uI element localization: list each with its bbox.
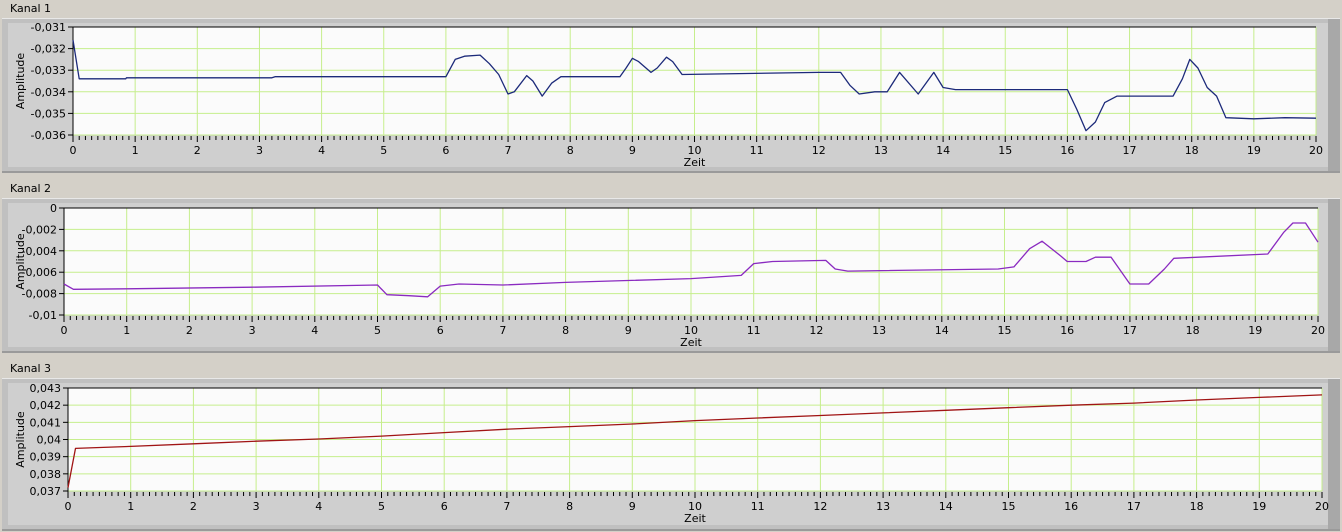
y-tick-label: -0,035 <box>31 107 66 120</box>
x-tick-label: 14 <box>936 144 950 157</box>
x-tick-label: 20 <box>1309 144 1323 157</box>
x-tick-label: 12 <box>812 144 826 157</box>
x-tick-label: 19 <box>1247 144 1261 157</box>
y-tick-label: 0,042 <box>30 399 62 412</box>
x-tick-label: 18 <box>1186 324 1200 337</box>
x-tick-label: 20 <box>1311 324 1325 337</box>
x-tick-label: 19 <box>1252 500 1266 513</box>
x-tick-label: 13 <box>876 500 890 513</box>
x-tick-label: 7 <box>505 144 512 157</box>
y-tick-label: 0,041 <box>30 416 62 429</box>
x-tick-label: 4 <box>311 324 318 337</box>
x-tick-label: 6 <box>442 144 449 157</box>
x-tick-label: 1 <box>132 144 139 157</box>
x-axis-label: Zeit <box>684 512 706 525</box>
x-tick-label: 5 <box>374 324 381 337</box>
x-tick-label: 17 <box>1123 144 1137 157</box>
x-tick-label: 13 <box>874 144 888 157</box>
x-tick-label: 2 <box>194 144 201 157</box>
x-tick-label: 9 <box>629 144 636 157</box>
x-tick-label: 17 <box>1123 324 1137 337</box>
x-tick-label: 15 <box>998 324 1012 337</box>
x-tick-label: 16 <box>1064 500 1078 513</box>
x-tick-label: 8 <box>566 500 573 513</box>
x-tick-label: 18 <box>1190 500 1204 513</box>
x-tick-label: 0 <box>61 324 68 337</box>
x-tick-label: 3 <box>253 500 260 513</box>
x-tick-label: 3 <box>249 324 256 337</box>
y-tick-label: 0,04 <box>37 434 62 447</box>
chart-kanal-2: 0-0,002-0,004-0,006-0,008-0,010 1 2 3 4 5 6 7 8 9… <box>14 202 1325 349</box>
y-tick-label: -0,031 <box>31 21 66 34</box>
x-tick-label: 7 <box>503 500 510 513</box>
x-tick-label: 0 <box>65 500 72 513</box>
x-tick-label: 8 <box>567 144 574 157</box>
x-tick-label: 16 <box>1060 144 1074 157</box>
y-axis-label: Amplitude <box>14 411 27 468</box>
x-tick-label: 13 <box>872 324 886 337</box>
x-tick-label: 9 <box>625 324 632 337</box>
x-axis-label: Zeit <box>684 156 706 169</box>
charts-svg: -0,031-0,032-0,033-0,034-0,035-0,0360 1 2 3… <box>14 21 1329 525</box>
chart-kanal-1: -0,031-0,032-0,033-0,034-0,035-0,0360 1 2 3… <box>14 21 1323 169</box>
x-tick-label: 2 <box>190 500 197 513</box>
x-tick-label: 12 <box>813 500 827 513</box>
x-tick-label: 1 <box>123 324 130 337</box>
y-tick-label: -0,032 <box>31 43 66 56</box>
x-tick-label: 11 <box>750 144 764 157</box>
x-tick-label: 15 <box>998 144 1012 157</box>
x-tick-label: 7 <box>499 324 506 337</box>
x-tick-label: 17 <box>1127 500 1141 513</box>
x-tick-label: 4 <box>318 144 325 157</box>
x-tick-label: 3 <box>256 144 263 157</box>
x-tick-label: 4 <box>315 500 322 513</box>
y-tick-label: 0,038 <box>30 468 62 481</box>
y-tick-label: -0,01 <box>29 309 57 322</box>
x-tick-label: 20 <box>1315 500 1329 513</box>
x-tick-label: 15 <box>1002 500 1016 513</box>
y-tick-label: 0,043 <box>30 382 62 395</box>
x-tick-label: 14 <box>939 500 953 513</box>
x-tick-label: 5 <box>380 144 387 157</box>
x-tick-label: 8 <box>562 324 569 337</box>
x-axis-label: Zeit <box>680 336 702 349</box>
x-tick-label: 11 <box>751 500 765 513</box>
x-tick-label: 9 <box>629 500 636 513</box>
y-tick-label: 0 <box>50 202 57 215</box>
y-axis-label: Amplitude <box>14 233 27 290</box>
x-tick-label: 2 <box>186 324 193 337</box>
x-tick-label: 6 <box>437 324 444 337</box>
y-tick-label: -0,036 <box>31 129 66 142</box>
y-tick-label: 0,039 <box>30 451 62 464</box>
x-tick-label: 1 <box>127 500 134 513</box>
x-tick-label: 14 <box>935 324 949 337</box>
chart-kanal-3: 0,0430,0420,0410,040,0390,0380,0370 1 2 3 4 5… <box>14 382 1329 525</box>
x-tick-label: 11 <box>747 324 761 337</box>
y-tick-label: -0,034 <box>31 86 66 99</box>
y-tick-label: 0,037 <box>30 485 62 498</box>
x-tick-label: 19 <box>1248 324 1262 337</box>
x-tick-label: 5 <box>378 500 385 513</box>
y-tick-label: -0,033 <box>31 64 66 77</box>
x-tick-label: 18 <box>1185 144 1199 157</box>
x-tick-label: 0 <box>70 144 77 157</box>
x-tick-label: 16 <box>1060 324 1074 337</box>
x-tick-label: 12 <box>809 324 823 337</box>
x-tick-label: 6 <box>441 500 448 513</box>
y-axis-label: Amplitude <box>14 53 27 110</box>
